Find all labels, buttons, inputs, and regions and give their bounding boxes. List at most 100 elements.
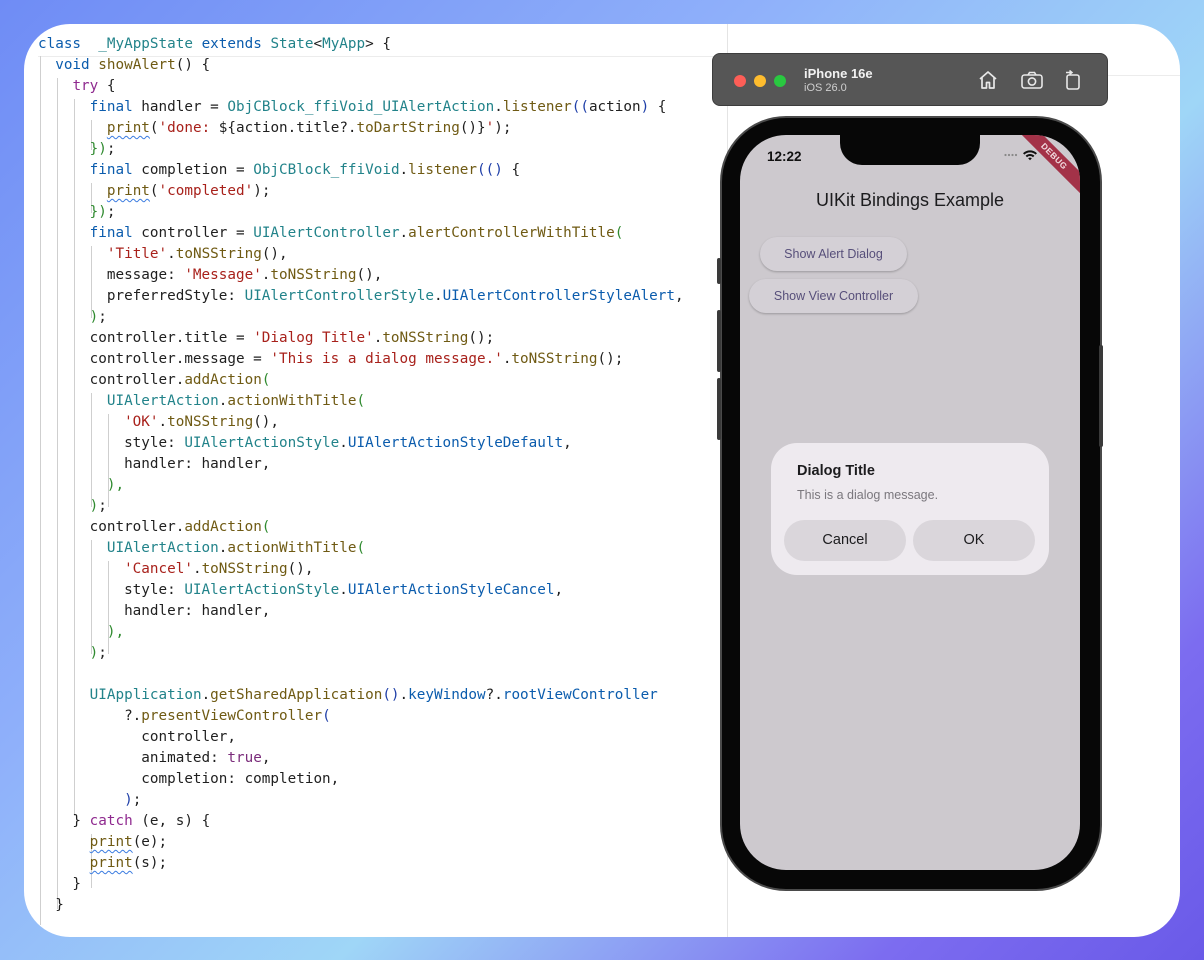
code-token: (s);: [132, 855, 168, 871]
code-token: ,: [563, 435, 572, 451]
code-line[interactable]: );: [38, 307, 684, 328]
code-editor[interactable]: class _MyAppState extends State<MyApp> {…: [38, 34, 684, 916]
code-line[interactable]: }: [38, 874, 684, 895]
code-token: try: [72, 78, 99, 94]
code-line[interactable]: controller,: [38, 727, 684, 748]
code-token: {: [502, 162, 521, 178]
code-line[interactable]: completion: completion,: [38, 769, 684, 790]
code-token: {: [98, 78, 116, 94]
code-line[interactable]: handler: handler,: [38, 601, 684, 622]
code-token: print: [106, 183, 150, 199]
code-line[interactable]: UIAlertAction.actionWithTitle(: [38, 391, 684, 412]
code-line[interactable]: controller.addAction(: [38, 517, 684, 538]
code-line[interactable]: style: UIAlertActionStyle.UIAlertActionS…: [38, 580, 684, 601]
code-token: final: [89, 162, 133, 178]
code-token: UIAlertController: [253, 225, 400, 241]
code-line[interactable]: preferredStyle: UIAlertControllerStyle.U…: [38, 286, 684, 307]
code-line[interactable]: [38, 664, 684, 685]
code-line[interactable]: );: [38, 643, 684, 664]
code-token: .: [201, 687, 211, 703]
code-line[interactable]: print(e);: [38, 832, 684, 853]
code-token: getSharedApplication: [210, 687, 383, 703]
code-line[interactable]: });: [38, 202, 684, 223]
code-token: UIApplication: [89, 687, 202, 703]
rotate-device-icon[interactable]: [1062, 69, 1084, 91]
show-view-controller-button[interactable]: Show View Controller: [749, 279, 918, 313]
code-token: (: [614, 225, 624, 241]
code-token: title: [296, 120, 340, 136]
code-line[interactable]: print(s);: [38, 853, 684, 874]
code-token: ObjCBlock_ffiVoid: [253, 162, 400, 178]
code-line[interactable]: );: [38, 496, 684, 517]
zoom-window-button[interactable]: [774, 75, 786, 87]
code-token: UIAlertActionStyleDefault: [347, 435, 564, 451]
minimize-window-button[interactable]: [754, 75, 766, 87]
code-line[interactable]: UIApplication.getSharedApplication().key…: [38, 685, 684, 706]
volume-down-button[interactable]: [717, 378, 721, 440]
code-line[interactable]: controller.message = 'This is a dialog m…: [38, 349, 684, 370]
code-line[interactable]: ),: [38, 622, 684, 643]
code-line[interactable]: final controller = UIAlertController.ale…: [38, 223, 684, 244]
code-token: UIAlertControllerStyle: [244, 288, 434, 304]
code-token: ;: [106, 204, 116, 220]
code-token: .: [158, 414, 168, 430]
simulator-toolbar: iPhone 16e iOS 26.0: [712, 53, 1108, 106]
code-token: addAction: [184, 372, 262, 388]
code-line[interactable]: final completion = ObjCBlock_ffiVoid.lis…: [38, 160, 684, 181]
code-token: showAlert: [98, 57, 176, 73]
close-window-button[interactable]: [734, 75, 746, 87]
cellular-signal-icon: [1004, 153, 1018, 157]
code-token: UIAlertAction: [106, 393, 219, 409]
code-token: MyApp: [322, 36, 366, 52]
code-token: (e);: [132, 834, 168, 850]
code-token: toDartString: [356, 120, 460, 136]
home-icon[interactable]: [977, 69, 999, 91]
code-token: style:: [38, 435, 185, 451]
code-line[interactable]: ),: [38, 475, 684, 496]
code-line[interactable]: message: 'Message'.toNSString(),: [38, 265, 684, 286]
action-button[interactable]: [717, 258, 721, 284]
code-token: controller =: [132, 225, 254, 241]
code-line[interactable]: );: [38, 790, 684, 811]
power-button[interactable]: [1099, 345, 1103, 447]
code-line[interactable]: print('completed');: [38, 181, 684, 202]
code-token: .: [339, 582, 348, 598]
code-line[interactable]: final handler = ObjCBlock_ffiVoid_UIAler…: [38, 97, 684, 118]
screenshot-camera-icon[interactable]: [1020, 69, 1044, 91]
code-token: ?.: [485, 687, 503, 703]
code-line[interactable]: 'OK'.toNSString(),: [38, 412, 684, 433]
code-token: .: [399, 225, 409, 241]
code-line[interactable]: controller.addAction(: [38, 370, 684, 391]
code-line[interactable]: controller.title = 'Dialog Title'.toNSSt…: [38, 328, 684, 349]
code-line[interactable]: style: UIAlertActionStyle.UIAlertActionS…: [38, 433, 684, 454]
code-token: ;: [106, 141, 116, 157]
dialog-ok-button[interactable]: OK: [913, 520, 1035, 561]
code-token: (: [261, 372, 271, 388]
code-token: print: [89, 855, 133, 871]
wifi-icon: [1023, 150, 1037, 161]
code-line[interactable]: 'Title'.toNSString(),: [38, 244, 684, 265]
show-alert-dialog-button[interactable]: Show Alert Dialog: [760, 237, 907, 271]
code-token: alertControllerWithTitle: [408, 225, 615, 241]
code-line[interactable]: });: [38, 139, 684, 160]
code-line[interactable]: } catch (e, s) {: [38, 811, 684, 832]
code-line[interactable]: ?.presentViewController(: [38, 706, 684, 727]
dialog-cancel-button[interactable]: Cancel: [784, 520, 906, 561]
volume-up-button[interactable]: [717, 310, 721, 372]
code-token: keyWindow: [408, 687, 486, 703]
code-line[interactable]: void showAlert() {: [38, 55, 684, 76]
code-line[interactable]: }: [38, 895, 684, 916]
code-line[interactable]: handler: handler,: [38, 454, 684, 475]
code-line[interactable]: try {: [38, 76, 684, 97]
code-line[interactable]: animated: true,: [38, 748, 684, 769]
phone-screen[interactable]: 12:22 DEBUG UIKit Bindings Example Show …: [740, 135, 1080, 870]
code-line[interactable]: UIAlertAction.actionWithTitle(: [38, 538, 684, 559]
code-line[interactable]: 'Cancel'.toNSString(),: [38, 559, 684, 580]
code-token: }): [89, 204, 107, 220]
code-line[interactable]: class _MyAppState extends State<MyApp> {: [38, 34, 684, 55]
code-line[interactable]: print('done: ${action.title?.toDartStrin…: [38, 118, 684, 139]
